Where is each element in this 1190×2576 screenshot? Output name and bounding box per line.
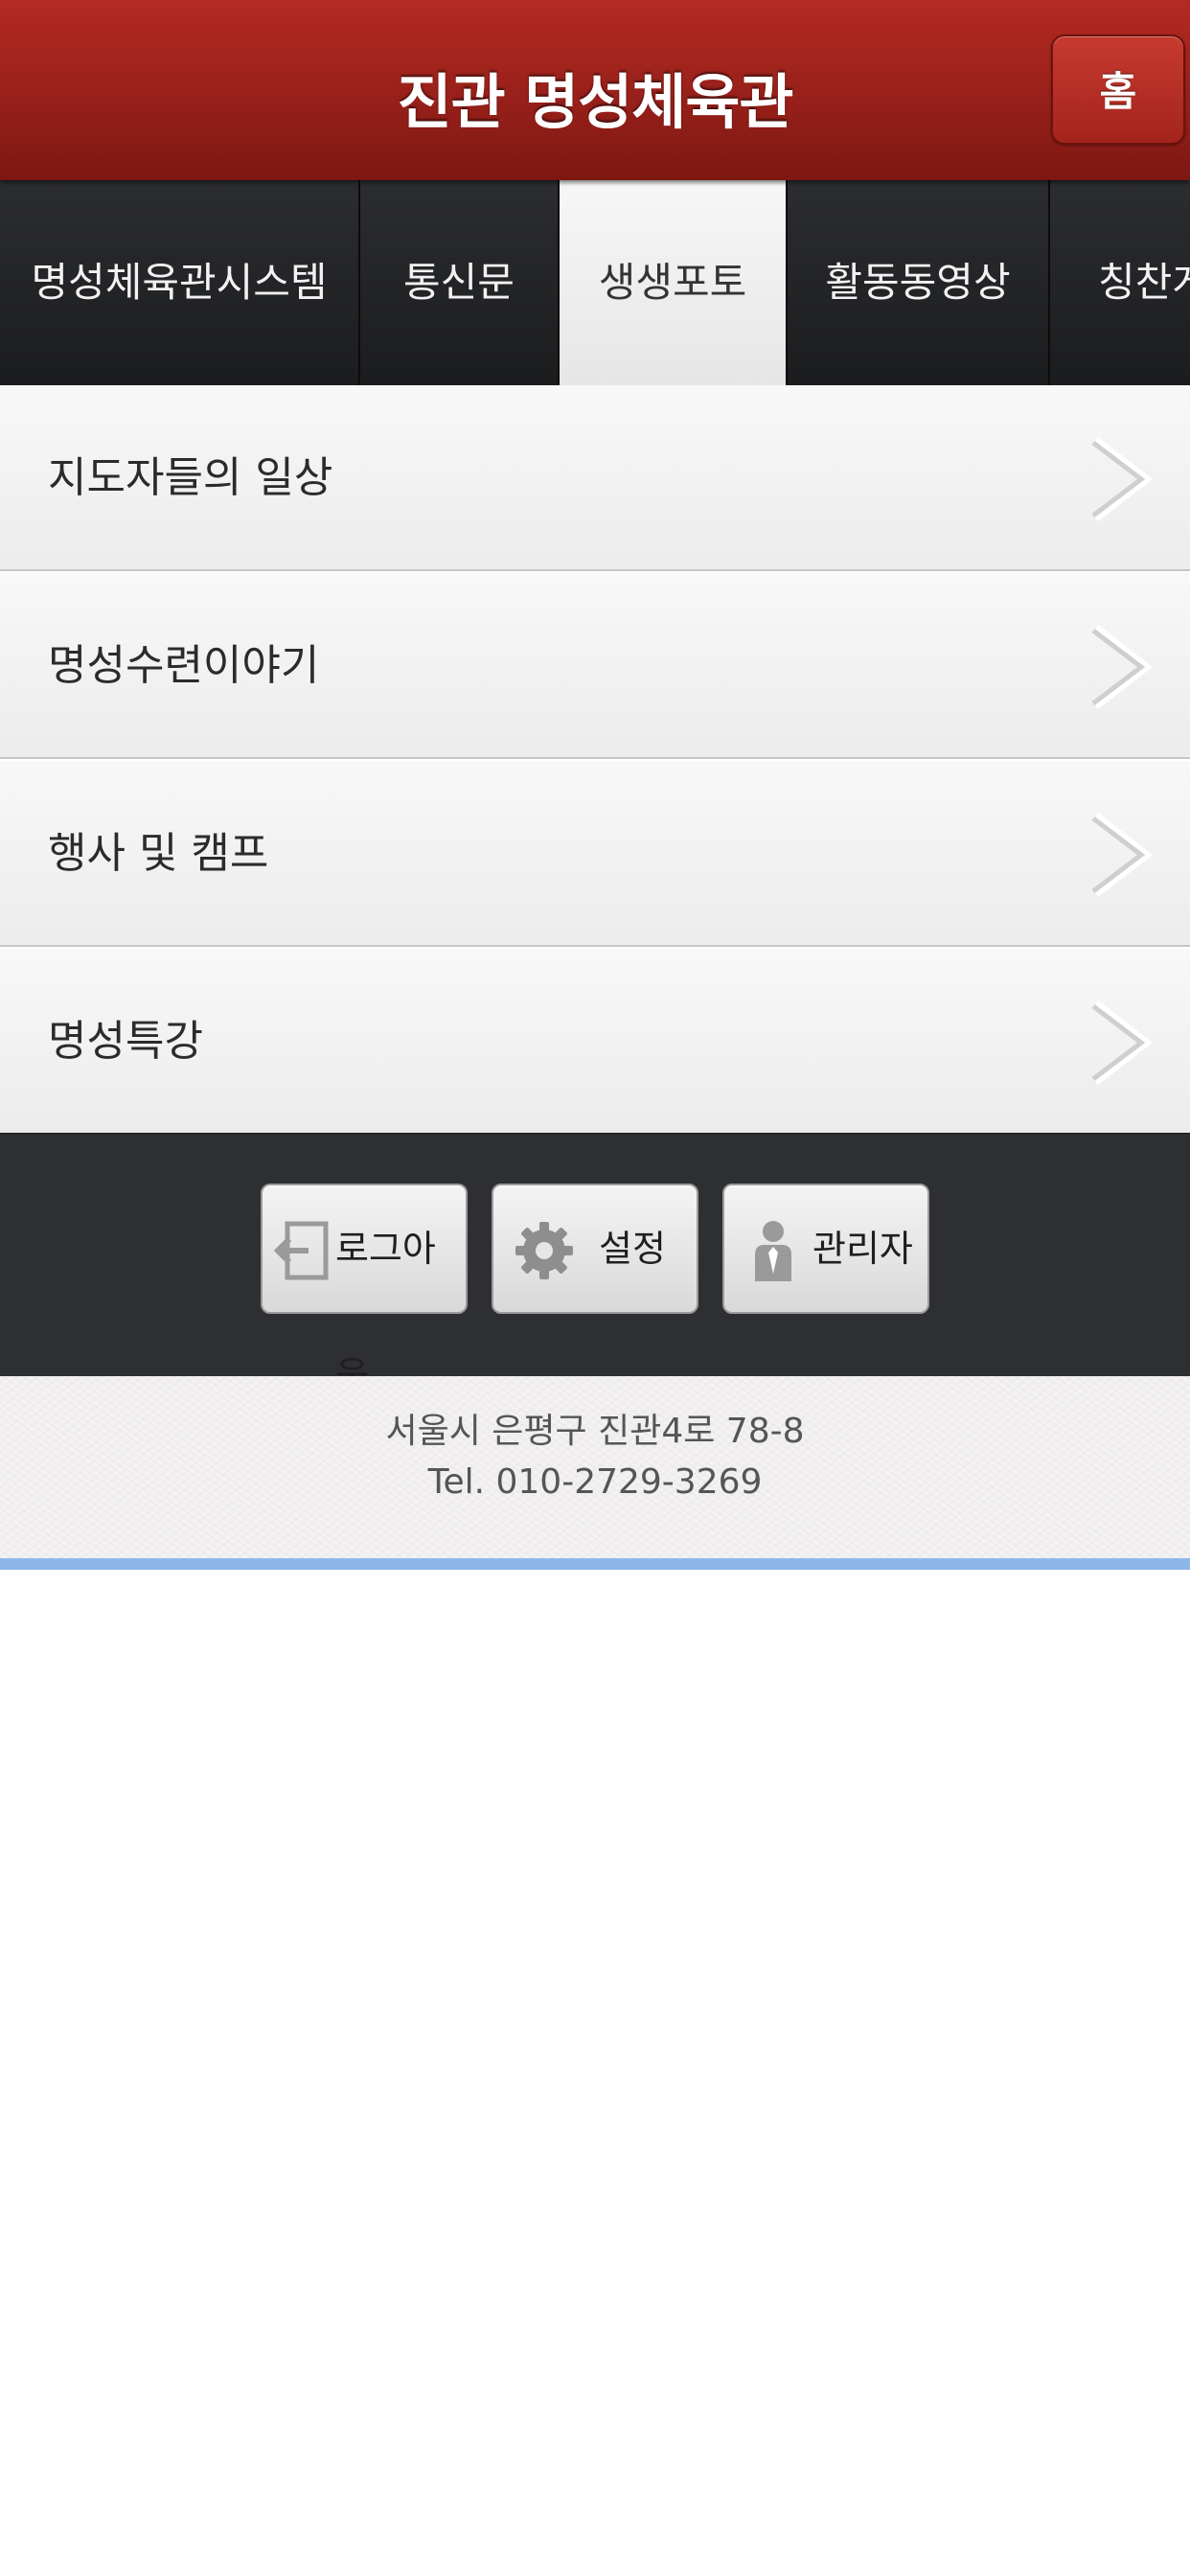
bottom-toolbar: 로그아웃 설정 관리자 xyxy=(0,1133,1190,1396)
chevron-right-icon xyxy=(1091,625,1154,709)
list-item-label: 명성수련이야기 xyxy=(48,641,320,690)
logout-icon xyxy=(274,1221,329,1280)
home-button[interactable]: 홈 xyxy=(1051,34,1185,145)
chevron-right-icon xyxy=(1091,1000,1154,1085)
tab-system[interactable]: 명성체육관시스템 xyxy=(0,180,360,385)
tab-activity-video[interactable]: 활동동영상 xyxy=(788,180,1050,385)
tab-praise[interactable]: 칭찬게 xyxy=(1050,180,1190,385)
chevron-right-icon xyxy=(1091,437,1154,521)
footer-phone: Tel. 010-2729-3269 xyxy=(427,1462,763,1502)
gear-icon xyxy=(515,1222,573,1279)
list-item-label: 행사 및 캠프 xyxy=(48,829,269,878)
admin-button[interactable]: 관리자 xyxy=(722,1184,929,1314)
list-item-label: 지도자들의 일상 xyxy=(48,453,333,502)
footer: 서울시 은평구 진관4로 78-8 Tel. 010-2729-3269 xyxy=(0,1376,1190,1558)
list-item-label: 명성특강 xyxy=(48,1017,203,1066)
list-item-special-lecture[interactable]: 명성특강 xyxy=(0,949,1190,1135)
settings-label: 설정 xyxy=(599,1228,666,1270)
tab-newsletter[interactable]: 통신문 xyxy=(360,180,560,385)
app-root: 진관 명성체육관 홈 명성체육관시스템 통신문 생생포토 활동동영상 칭찬게 지… xyxy=(0,0,1190,2576)
footer-accent-line xyxy=(0,1558,1190,1570)
app-header: 진관 명성체육관 홈 xyxy=(0,0,1190,180)
chevron-right-icon xyxy=(1091,813,1154,897)
admin-label: 관리자 xyxy=(812,1228,913,1270)
list-item-events-camp[interactable]: 행사 및 캠프 xyxy=(0,761,1190,947)
logout-button[interactable]: 로그아웃 xyxy=(261,1184,468,1396)
footer-address: 서울시 은평구 진관4로 78-8 xyxy=(385,1412,805,1451)
admin-person-icon xyxy=(755,1221,791,1281)
category-tab-bar: 명성체육관시스템 통신문 생생포토 활동동영상 칭찬게 xyxy=(0,180,1190,385)
list-item-instructors-daily[interactable]: 지도자들의 일상 xyxy=(0,385,1190,571)
tab-live-photo[interactable]: 생생포토 xyxy=(560,180,788,385)
settings-button[interactable]: 설정 xyxy=(492,1184,698,1314)
page-title: 진관 명성체육관 xyxy=(397,67,794,137)
list-item-training-stories[interactable]: 명성수련이야기 xyxy=(0,573,1190,759)
